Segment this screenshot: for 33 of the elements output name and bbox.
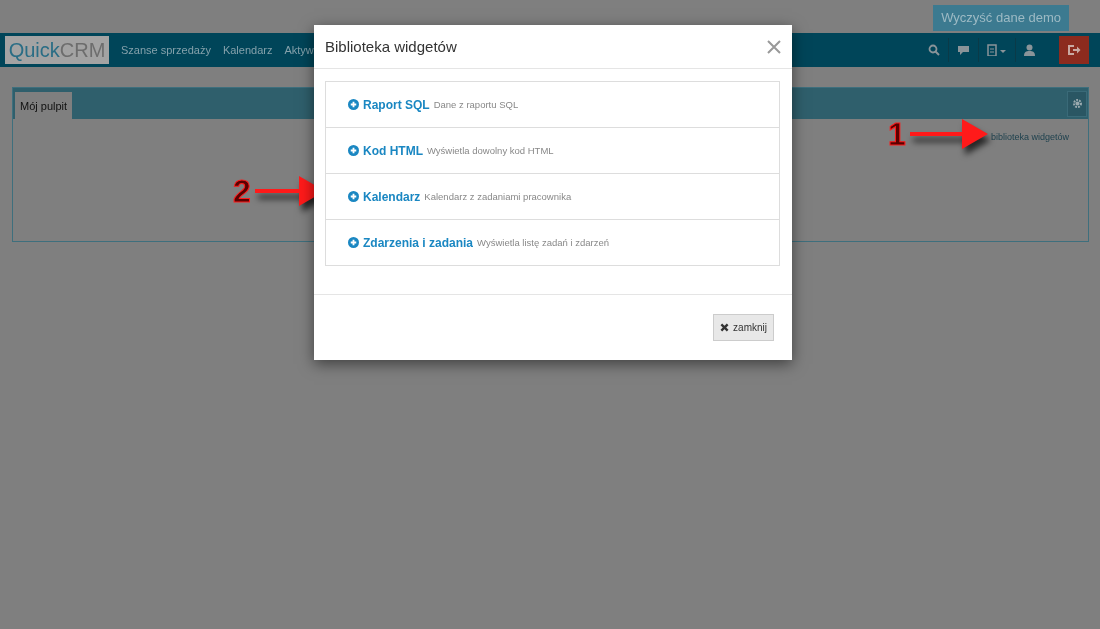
close-button[interactable] (767, 39, 781, 54)
widget-description: Wyświetla dowolny kod HTML (427, 145, 554, 156)
close-dialog-button[interactable]: zamknij (713, 314, 774, 341)
plus-circle-icon (348, 145, 359, 156)
clear-demo-button[interactable]: Wyczyść dane demo (933, 4, 1069, 31)
plus-circle-icon (348, 237, 359, 248)
settings-icon (1071, 98, 1083, 109)
annotation-number: 1 (888, 117, 906, 151)
close-icon (767, 39, 781, 54)
dashboard-tab[interactable]: Mój pulpit (15, 92, 73, 119)
chat-icon[interactable] (957, 44, 970, 56)
plus-circle-icon (348, 191, 359, 202)
widget-library-link[interactable]: biblioteka widgetów (990, 132, 1069, 142)
widget-description: Dane z raportu SQL (433, 99, 519, 110)
nav-link[interactable]: Szanse sprzedaży (121, 44, 211, 56)
annotation-number: 2 (233, 174, 251, 208)
logout-button[interactable] (1059, 36, 1089, 64)
widget-item[interactable]: Raport SQL (348, 97, 430, 112)
widget-description: Wyświetla listę zadań i zdarzeń (477, 237, 609, 248)
nav-link[interactable]: Kalendarz (222, 44, 273, 56)
widget-item[interactable]: Kod HTML (348, 143, 423, 158)
nav-link[interactable]: Aktyw (284, 44, 314, 56)
dialog-title: Biblioteka widgetów (325, 38, 457, 55)
clipboard-dropdown-icon[interactable] (987, 44, 1007, 56)
plus-circle-icon (348, 99, 359, 110)
search-icon[interactable] (928, 44, 940, 56)
settings-button[interactable] (1067, 90, 1087, 117)
logout-icon (1067, 44, 1081, 56)
widget-item[interactable]: Kalendarz (348, 189, 421, 204)
user-icon[interactable] (1024, 44, 1035, 56)
widget-description: Kalendarz z zadaniami pracownika (424, 191, 572, 202)
widget-item[interactable]: Zdarzenia i zadania (348, 235, 474, 250)
close-icon (720, 323, 730, 332)
